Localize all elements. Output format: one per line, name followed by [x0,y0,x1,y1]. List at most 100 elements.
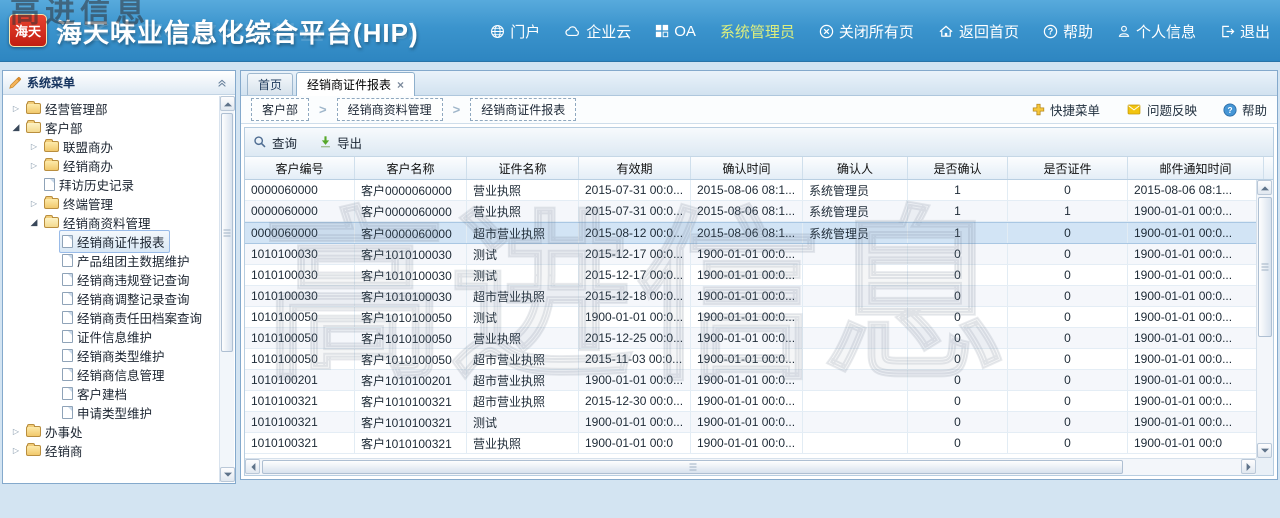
table-cell: 1010100050 [245,328,355,348]
folder-icon [26,426,41,437]
quick-menu-link[interactable]: 快捷菜单 [1032,100,1100,119]
table-cell: 0 [908,370,1008,390]
table-cell: 0 [1008,370,1128,390]
scroll-down-icon[interactable] [220,467,235,482]
table-row[interactable]: 0000060000客户0000060000营业执照2015-07-31 00:… [245,180,1256,201]
nav-close-all[interactable]: 关闭所有页 [819,21,914,42]
table-row[interactable]: 1010100201客户1010100201超市营业执照1900-01-01 0… [245,370,1256,391]
breadcrumb-item[interactable]: 客户部 [251,98,309,121]
scrollbar-thumb[interactable] [221,113,233,352]
horizontal-scrollbar[interactable] [245,458,1256,475]
expand-arrow-icon[interactable]: ▷ [9,422,23,441]
nav-logout[interactable]: 退出 [1220,21,1270,42]
expand-arrow-icon[interactable]: ▷ [27,137,41,156]
column-header[interactable]: 证件名称 [467,157,579,179]
table-cell: 系统管理员 [803,180,908,200]
column-header[interactable]: 确认人 [803,157,908,179]
file-icon [62,349,73,362]
nav-profile[interactable]: 个人信息 [1117,21,1196,42]
column-header[interactable]: 有效期 [579,157,691,179]
tree-node[interactable]: 经销商 [23,439,88,462]
scroll-down-icon[interactable] [1257,443,1272,458]
close-tab-icon[interactable]: × [397,79,404,91]
table-cell: 1900-01-01 00:0... [1128,286,1256,306]
table-row[interactable]: 0000060000客户0000060000超市营业执照2015-08-12 0… [245,222,1256,244]
table-cell: 1900-01-01 00:0... [1128,370,1256,390]
export-button[interactable]: 导出 [319,133,362,152]
sidebar-item-经销商[interactable]: ▷经销商 [3,441,219,460]
scrollbar-thumb[interactable] [1258,197,1272,337]
table-row[interactable]: 1010100321客户1010100321超市营业执照2015-12-30 0… [245,391,1256,412]
column-header[interactable]: 客户名称 [355,157,467,179]
help-link[interactable]: ?帮助 [1223,100,1267,119]
close-circle-icon [819,24,834,39]
table-cell: 2015-12-17 00:0... [579,244,691,264]
sidebar-scrollbar[interactable] [219,96,234,482]
table-cell: 2015-11-03 00:0... [579,349,691,369]
breadcrumb-separator-icon: > [453,102,461,117]
table-row[interactable]: 1010100030客户1010100030超市营业执照2015-12-18 0… [245,286,1256,307]
scroll-right-icon[interactable] [1241,459,1256,474]
table-row[interactable]: 1010100030客户1010100030测试2015-12-17 00:0.… [245,265,1256,286]
link-label: 快捷菜单 [1050,100,1100,119]
vertical-scrollbar[interactable] [1256,180,1273,458]
tab-经销商证件报表[interactable]: 经销商证件报表× [296,72,415,96]
table-cell: 客户0000060000 [355,201,467,221]
collapse-panel-icon[interactable] [214,75,230,91]
table-cell: 1900-01-01 00:0... [691,391,803,411]
table-row[interactable]: 1010100050客户1010100050测试1900-01-01 00:0.… [245,307,1256,328]
nav-help[interactable]: ?帮助 [1043,21,1093,42]
table-cell: 1010100030 [245,244,355,264]
tab-首页[interactable]: 首页 [247,73,293,95]
expand-arrow-icon[interactable]: ◢ [27,213,41,232]
column-header[interactable]: 确认时间 [691,157,803,179]
table-row[interactable]: 1010100321客户1010100321测试1900-01-01 00:0.… [245,412,1256,433]
table-row[interactable]: 1010100050客户1010100050超市营业执照2015-11-03 0… [245,349,1256,370]
scroll-up-icon[interactable] [1257,180,1272,195]
table-cell: 1900-01-01 00:0 [1128,433,1256,453]
table-cell: 测试 [467,265,579,285]
expand-arrow-icon[interactable]: ◢ [9,118,23,137]
nav-cloud[interactable]: 企业云 [564,21,631,42]
expand-arrow-icon[interactable]: ▷ [9,441,23,460]
table-cell: 超市营业执照 [467,223,579,243]
column-header[interactable]: 是否证件 [1008,157,1128,179]
app-header: 海天 海天味业信息化综合平台(HIP) 海天味业信息化综合平台(HIP) 门户企… [0,0,1280,62]
table-cell: 0 [1008,349,1128,369]
column-header[interactable]: 是否确认 [908,157,1008,179]
scroll-up-icon[interactable] [220,96,235,111]
table-row[interactable]: 0000060000客户0000060000营业执照2015-07-31 00:… [245,201,1256,222]
nav-home[interactable]: 返回首页 [938,21,1019,42]
file-icon [62,311,73,324]
scroll-left-icon[interactable] [245,459,260,474]
column-header[interactable]: 客户编号 [245,157,355,179]
scrollbar-thumb[interactable] [262,460,1123,474]
column-header[interactable]: 邮件通知时间 [1128,157,1264,179]
feedback-link[interactable]: 问题反映 [1126,100,1197,119]
table-cell: 1900-01-01 00:0... [691,370,803,390]
breadcrumb-item[interactable]: 经销商资料管理 [337,98,443,121]
table-cell: 2015-12-17 00:0... [579,265,691,285]
nav-oa[interactable]: OA [655,23,696,40]
table-cell: 0 [908,265,1008,285]
expand-arrow-icon[interactable]: ▷ [9,99,23,118]
table-cell: 0000060000 [245,201,355,221]
table-cell [803,265,908,285]
table-cell: 1900-01-01 00:0... [691,433,803,453]
breadcrumb-item[interactable]: 经销商证件报表 [470,98,576,121]
nav-portal[interactable]: 门户 [490,21,540,42]
svg-text:?: ? [1227,105,1232,115]
table-cell: 1 [908,180,1008,200]
expand-arrow-icon[interactable]: ▷ [27,156,41,175]
query-button[interactable]: 查询 [253,133,297,152]
table-cell: 1900-01-01 00:0... [1128,328,1256,348]
company-logo[interactable]: 海天 [9,14,47,47]
table-row[interactable]: 1010100321客户1010100321营业执照1900-01-01 00:… [245,433,1256,454]
table-row[interactable]: 1010100030客户1010100030测试2015-12-17 00:0.… [245,244,1256,265]
table-cell: 客户1010100321 [355,391,467,411]
expand-arrow-icon[interactable]: ▷ [27,194,41,213]
header-spacer [1264,157,1273,179]
table-row[interactable]: 1010100050客户1010100050营业执照2015-12-25 00:… [245,328,1256,349]
table-cell: 1900-01-01 00:0... [1128,307,1256,327]
nav-role[interactable]: 系统管理员 [720,21,795,42]
